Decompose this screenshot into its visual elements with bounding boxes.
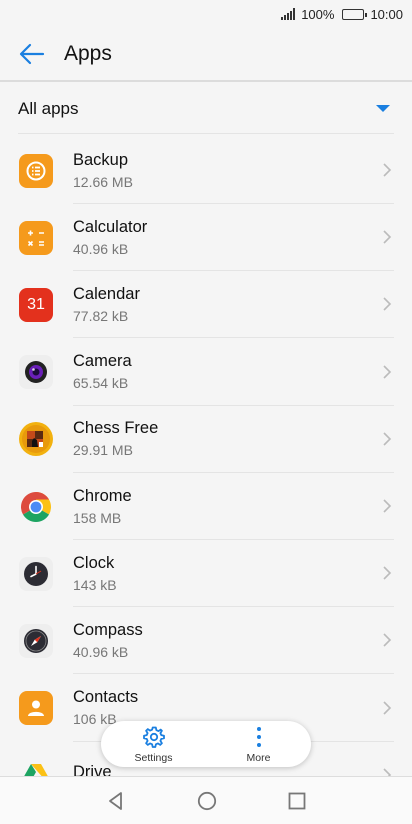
app-size: 158 MB — [73, 509, 122, 526]
backup-icon — [19, 153, 53, 188]
app-name: Camera — [73, 352, 132, 371]
app-row-camera[interactable]: Camera 65.54 kB — [0, 339, 412, 406]
app-list: Backup 12.66 MB Calculator 40.96 kB 31 C… — [0, 137, 412, 809]
clock-icon — [19, 556, 53, 591]
chevron-right-icon — [383, 633, 392, 647]
contacts-icon — [19, 691, 53, 726]
recents-square-icon[interactable] — [288, 792, 306, 810]
app-name: Clock — [73, 553, 115, 572]
chrome-icon — [19, 490, 53, 524]
app-name: Compass — [73, 620, 143, 639]
floating-action-bar: Settings More — [101, 721, 311, 767]
app-row-clock[interactable]: Clock 143 kB — [0, 540, 412, 608]
app-size: 143 kB — [73, 576, 117, 593]
app-name: Contacts — [73, 688, 139, 707]
calendar-icon: 31 — [19, 287, 53, 322]
chevron-right-icon — [383, 230, 392, 244]
back-button[interactable] — [0, 27, 64, 81]
app-row-chess-free[interactable]: Chess Free 29.91 MB — [0, 406, 412, 473]
app-row-compass[interactable]: Compass 40.96 kB — [0, 607, 412, 675]
dropdown-arrow-icon — [376, 105, 390, 112]
app-size: 40.96 kB — [73, 643, 129, 660]
app-name: Chrome — [73, 486, 132, 505]
chevron-right-icon — [383, 701, 392, 715]
system-navigation-bar — [0, 776, 412, 824]
chess-icon — [19, 422, 53, 457]
app-name: Calendar — [73, 284, 140, 303]
calculator-icon — [19, 220, 53, 255]
app-name: Backup — [73, 150, 129, 169]
compass-icon — [19, 623, 53, 658]
gear-icon — [142, 726, 165, 748]
app-size: 12.66 MB — [73, 173, 133, 190]
app-size: 65.54 kB — [73, 375, 129, 392]
arrow-left-icon — [19, 43, 45, 65]
chevron-right-icon — [383, 566, 392, 580]
chevron-right-icon — [383, 163, 392, 177]
chevron-right-icon — [383, 365, 392, 379]
app-row-calculator[interactable]: Calculator 40.96 kB — [0, 204, 412, 272]
calendar-icon-day: 31 — [27, 295, 45, 313]
app-size: 40.96 kB — [73, 240, 129, 257]
app-row-chrome[interactable]: Chrome 158 MB — [0, 473, 412, 541]
home-circle-icon[interactable] — [197, 791, 217, 811]
status-bar: 100% 10:00 — [0, 0, 412, 28]
settings-label: Settings — [134, 751, 173, 764]
battery-icon — [342, 8, 368, 20]
app-name: Calculator — [73, 217, 148, 236]
more-vertical-icon — [256, 726, 261, 747]
chevron-right-icon — [383, 499, 392, 513]
camera-icon — [19, 355, 53, 390]
signal-icon — [281, 8, 296, 20]
app-filter-dropdown[interactable]: All apps — [18, 84, 394, 134]
app-size: 77.82 kB — [73, 307, 129, 324]
back-triangle-icon[interactable] — [106, 791, 126, 811]
clock-time: 10:00 — [370, 6, 403, 22]
app-row-backup[interactable]: Backup 12.66 MB — [0, 137, 412, 205]
battery-percent: 100% — [301, 6, 335, 22]
app-row-calendar[interactable]: 31 Calendar 77.82 kB — [0, 271, 412, 339]
filter-label: All apps — [18, 98, 79, 118]
chevron-right-icon — [383, 297, 392, 312]
chevron-right-icon — [383, 432, 392, 446]
settings-button[interactable]: Settings — [101, 721, 206, 767]
app-header: Apps — [0, 28, 412, 82]
app-size: 29.91 MB — [73, 442, 133, 459]
page-title: Apps — [64, 42, 112, 65]
more-label: More — [246, 751, 271, 764]
app-name: Chess Free — [73, 419, 159, 438]
more-button[interactable]: More — [206, 721, 311, 767]
